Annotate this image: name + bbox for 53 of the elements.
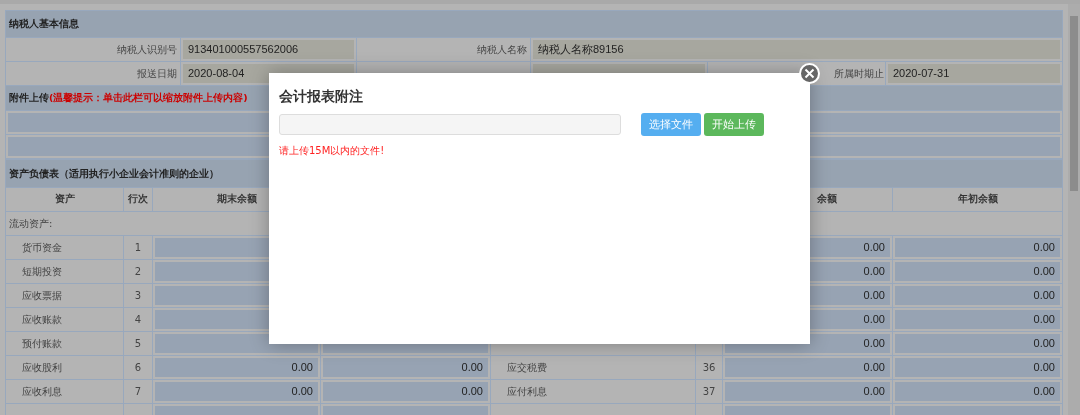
amount-field[interactable]: 0.00 xyxy=(323,382,488,401)
amount-field[interactable]: 0.00 xyxy=(323,358,488,377)
amount-field[interactable]: 0.00 xyxy=(155,382,318,401)
amount-field[interactable]: 0.00 xyxy=(155,358,318,377)
readonly-field: 纳税人名称89156 xyxy=(533,40,1061,59)
attachment-hint: (温馨提示：单击此栏可以缩放附件上传内容) xyxy=(49,91,248,103)
column-header: 期末余额 xyxy=(216,193,257,204)
line-number: 6 xyxy=(134,362,142,373)
amount-field[interactable]: 0.00 xyxy=(895,238,1060,257)
line-number: 1 xyxy=(134,242,142,253)
readonly-field: 2020-07-31 xyxy=(888,64,1061,83)
line-number: 3 xyxy=(134,290,142,301)
group-label: 流动资产: xyxy=(9,217,53,229)
line-number: 37 xyxy=(702,386,716,397)
amount-field[interactable]: 0.00 xyxy=(895,358,1060,377)
close-icon[interactable] xyxy=(799,63,820,84)
attachment-label[interactable]: 附件上传 xyxy=(9,91,49,103)
readonly-field: 913401000557562006 xyxy=(183,40,354,59)
item-name: 短期投资 xyxy=(22,265,62,277)
item-name: 货币资金 xyxy=(22,241,62,253)
item-name: 应收利息 xyxy=(22,385,62,397)
amount-field[interactable]: 0.00 xyxy=(895,310,1060,329)
line-number: 5 xyxy=(134,338,142,349)
column-header: 年初余额 xyxy=(957,193,998,204)
line-number: 2 xyxy=(134,266,142,277)
item-name: 应付利息 xyxy=(507,385,547,397)
file-path-field[interactable] xyxy=(279,114,621,135)
line-number: 4 xyxy=(134,314,142,325)
column-header: 行次 xyxy=(128,193,148,204)
item-name: 预付账款 xyxy=(22,337,62,349)
amount-field[interactable]: 0.00 xyxy=(895,334,1060,353)
field-label: 所属时期止 xyxy=(834,67,884,79)
scrollbar[interactable] xyxy=(1068,4,1080,415)
item-name: 应交税费 xyxy=(507,361,547,373)
dialog-title: 会计报表附注 xyxy=(279,88,363,106)
upload-note: 请上传15M以内的文件! xyxy=(279,144,385,158)
section-title: 纳税人基本信息 xyxy=(9,18,79,29)
item-name: 应收账款 xyxy=(22,313,62,325)
column-header: 资产 xyxy=(54,193,75,204)
amount-field[interactable]: 0.00 xyxy=(725,358,890,377)
line-number: 36 xyxy=(702,362,716,373)
item-name: 应收股利 xyxy=(22,361,62,373)
amount-field[interactable]: 0.00 xyxy=(725,382,890,401)
amount-field[interactable]: 0.00 xyxy=(895,262,1060,281)
field-label: 报送日期 xyxy=(137,67,177,79)
item-name: 应收票据 xyxy=(22,289,62,301)
amount-field[interactable]: 0.00 xyxy=(895,382,1060,401)
column-header: 余额 xyxy=(817,193,837,204)
field-label: 纳税人名称 xyxy=(477,43,527,55)
section-title: 资产负债表（适用执行小企业会计准则的企业） xyxy=(9,167,219,179)
line-number: 7 xyxy=(134,386,142,397)
amount-field[interactable]: 0.00 xyxy=(895,286,1060,305)
field-label: 纳税人识别号 xyxy=(117,43,177,55)
